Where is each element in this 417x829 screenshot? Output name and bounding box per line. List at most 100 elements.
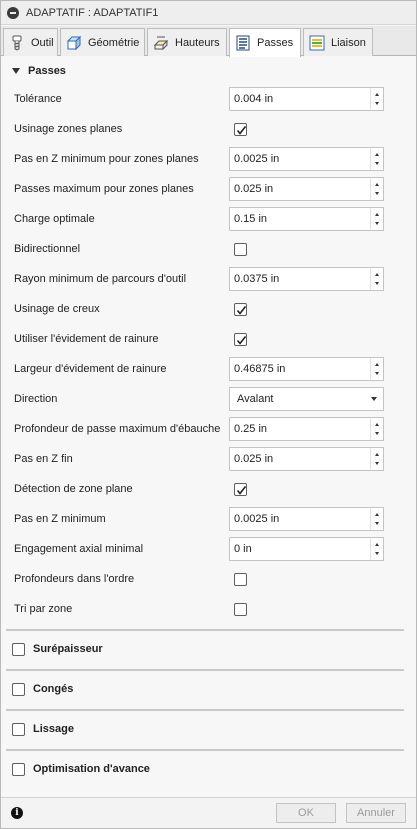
- tab-geometrie[interactable]: Géométrie: [60, 28, 145, 56]
- spin-down-icon[interactable]: [375, 222, 379, 225]
- charge-optimale-stepper[interactable]: [370, 208, 383, 230]
- label-usinage-zones-planes: Usinage zones planes: [14, 123, 123, 135]
- section-optimisation-avance[interactable]: Optimisation d'avance: [1, 756, 416, 782]
- collapse-dialog-icon[interactable]: [7, 6, 19, 19]
- spin-down-icon[interactable]: [375, 432, 379, 435]
- label-rayon-min-parcours: Rayon minimum de parcours d'outil: [14, 273, 187, 285]
- divider: [6, 669, 404, 671]
- chevron-down-icon: [371, 397, 377, 401]
- spin-up-icon[interactable]: [375, 513, 379, 516]
- section-lissage[interactable]: Lissage: [1, 716, 416, 742]
- engagement-axial-stepper[interactable]: [370, 538, 383, 560]
- direction-select[interactable]: Avalant: [229, 387, 384, 411]
- dialog-title: ADAPTATIF : ADAPTATIF1: [26, 6, 159, 19]
- label-pas-z-fin: Pas en Z fin: [14, 453, 73, 465]
- direction-value: Avalant: [237, 393, 274, 405]
- spin-up-icon[interactable]: [375, 543, 379, 546]
- detection-zone-plane-checkbox[interactable]: [234, 483, 247, 496]
- spin-down-icon[interactable]: [375, 552, 379, 555]
- pas-z-fin-input[interactable]: 0.025 in: [229, 447, 384, 471]
- spin-up-icon[interactable]: [375, 93, 379, 96]
- label-tolerance: Tolérance: [14, 93, 62, 105]
- tolerance-stepper[interactable]: [370, 88, 383, 110]
- engagement-axial-input[interactable]: 0 in: [229, 537, 384, 561]
- tab-hauteurs-label: Hauteurs: [175, 36, 220, 49]
- check-icon: [236, 486, 247, 495]
- row-tri-par-zone: Tri par zone: [1, 595, 416, 625]
- tab-hauteurs[interactable]: Hauteurs: [147, 28, 227, 56]
- profondeurs-ordre-checkbox[interactable]: [234, 573, 247, 586]
- tool-icon: [8, 34, 26, 52]
- spin-down-icon[interactable]: [375, 282, 379, 285]
- spin-down-icon[interactable]: [375, 522, 379, 525]
- passes-max-zones-planes-input[interactable]: 0.025 in: [229, 177, 384, 201]
- largeur-evidement-input[interactable]: 0.46875 in: [229, 357, 384, 381]
- lissage-checkbox[interactable]: [12, 722, 25, 736]
- spin-up-icon[interactable]: [375, 423, 379, 426]
- spin-down-icon[interactable]: [375, 102, 379, 105]
- usinage-zones-planes-checkbox[interactable]: [234, 123, 247, 136]
- pas-z-min-zones-planes-value: 0.0025 in: [234, 153, 280, 165]
- charge-optimale-input[interactable]: 0.15 in: [229, 207, 384, 231]
- pas-z-min-zones-planes-stepper[interactable]: [370, 148, 383, 170]
- bidirectionnel-checkbox[interactable]: [234, 243, 247, 256]
- tab-outil[interactable]: Outil: [3, 28, 58, 56]
- tab-passes[interactable]: Passes: [229, 28, 301, 57]
- tab-geometrie-label: Géométrie: [88, 36, 140, 49]
- passes-max-zones-planes-stepper[interactable]: [370, 178, 383, 200]
- label-profondeur-passe-max: Profondeur de passe maximum d'ébauche: [14, 423, 221, 435]
- ok-button[interactable]: OK: [276, 803, 336, 823]
- optimisation-avance-checkbox[interactable]: [12, 762, 25, 776]
- label-pas-z-minimum: Pas en Z minimum: [14, 513, 106, 525]
- profondeur-passe-max-value: 0.25 in: [234, 423, 268, 435]
- spin-down-icon[interactable]: [375, 192, 379, 195]
- rayon-min-parcours-value: 0.0375 in: [234, 273, 280, 285]
- pas-z-fin-stepper[interactable]: [370, 448, 383, 470]
- pas-z-min-zones-planes-input[interactable]: 0.0025 in: [229, 147, 384, 171]
- spin-up-icon[interactable]: [375, 273, 379, 276]
- row-profondeur-passe-max: Profondeur de passe maximum d'ébauche 0.…: [1, 415, 416, 445]
- spin-up-icon[interactable]: [375, 453, 379, 456]
- linking-icon: [308, 34, 326, 52]
- tab-liaison-label: Liaison: [331, 36, 366, 49]
- section-passes-header[interactable]: Passes: [1, 58, 416, 84]
- largeur-evidement-stepper[interactable]: [370, 358, 383, 380]
- usinage-creux-checkbox[interactable]: [234, 303, 247, 316]
- surepaisseur-checkbox[interactable]: [12, 642, 25, 656]
- profondeur-passe-max-stepper[interactable]: [370, 418, 383, 440]
- tri-par-zone-checkbox[interactable]: [234, 603, 247, 616]
- pas-z-minimum-stepper[interactable]: [370, 508, 383, 530]
- row-bidirectionnel: Bidirectionnel: [1, 235, 416, 265]
- label-bidirectionnel: Bidirectionnel: [14, 243, 81, 255]
- row-profondeurs-ordre: Profondeurs dans l'ordre: [1, 565, 416, 595]
- rayon-min-parcours-input[interactable]: 0.0375 in: [229, 267, 384, 291]
- cancel-button[interactable]: Annuler: [346, 803, 406, 823]
- tab-bar: Outil Géométrie Hauteurs Passes Liaison: [1, 26, 416, 57]
- profondeur-passe-max-input[interactable]: 0.25 in: [229, 417, 384, 441]
- rayon-min-parcours-stepper[interactable]: [370, 268, 383, 290]
- tab-passes-label: Passes: [257, 37, 294, 49]
- spin-up-icon[interactable]: [375, 363, 379, 366]
- passes-panel: Passes Tolérance 0.004 in Usinage zones …: [1, 57, 416, 797]
- tolerance-input[interactable]: 0.004 in: [229, 87, 384, 111]
- label-largeur-evidement: Largeur d'évidement de rainure: [14, 363, 167, 375]
- label-tri-par-zone: Tri par zone: [14, 603, 73, 615]
- section-conges[interactable]: Congés: [1, 676, 416, 702]
- label-charge-optimale: Charge optimale: [14, 213, 95, 225]
- section-lissage-title: Lissage: [33, 723, 74, 735]
- spin-up-icon[interactable]: [375, 153, 379, 156]
- pas-z-minimum-input[interactable]: 0.0025 in: [229, 507, 384, 531]
- spin-up-icon[interactable]: [375, 183, 379, 186]
- info-icon[interactable]: i: [11, 807, 23, 819]
- evidement-rainure-checkbox[interactable]: [234, 333, 247, 346]
- spin-down-icon[interactable]: [375, 372, 379, 375]
- spin-down-icon[interactable]: [375, 162, 379, 165]
- tab-liaison[interactable]: Liaison: [303, 28, 373, 56]
- spin-up-icon[interactable]: [375, 213, 379, 216]
- conges-checkbox[interactable]: [12, 682, 25, 696]
- section-surepaisseur[interactable]: Surépaisseur: [1, 636, 416, 662]
- pas-z-fin-value: 0.025 in: [234, 453, 274, 465]
- row-pas-z-fin: Pas en Z fin 0.025 in: [1, 445, 416, 475]
- tolerance-value: 0.004 in: [234, 93, 274, 105]
- spin-down-icon[interactable]: [375, 462, 379, 465]
